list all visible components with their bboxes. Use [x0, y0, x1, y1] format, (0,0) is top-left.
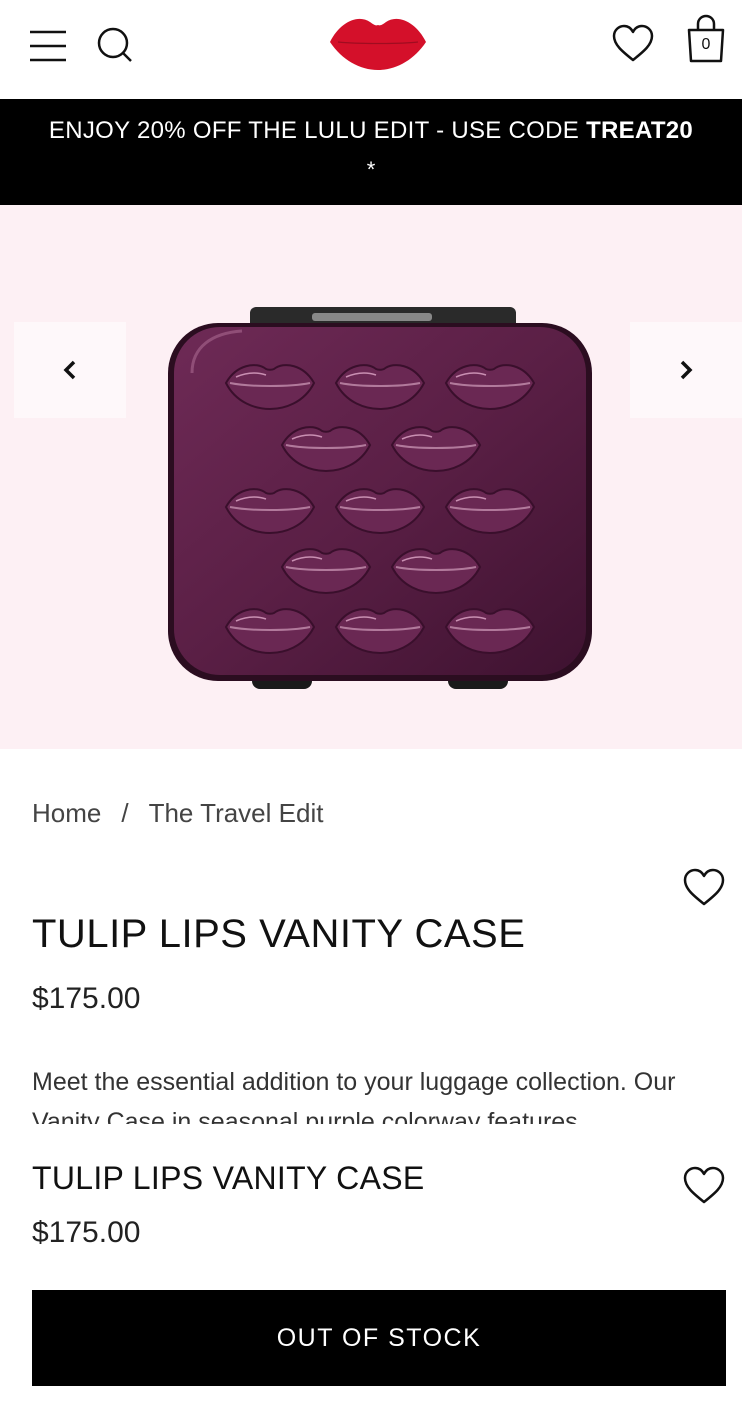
breadcrumb-home-link[interactable]: Home	[32, 798, 101, 828]
vanity-case-product-image	[168, 307, 592, 689]
sticky-wishlist-heart-icon[interactable]	[682, 1164, 726, 1208]
next-image-button[interactable]	[630, 322, 742, 418]
sticky-product-title: TULIP LIPS VANITY CASE	[32, 1160, 425, 1196]
shopping-bag-icon[interactable]: 0	[686, 14, 726, 64]
bag-count-badge: 0	[701, 36, 711, 53]
product-price: $175.00	[32, 982, 141, 1015]
breadcrumb-travel-edit-link[interactable]: The Travel Edit	[149, 798, 324, 828]
lips-logo[interactable]	[328, 12, 428, 72]
search-icon[interactable]	[96, 26, 134, 64]
breadcrumb-separator: /	[121, 798, 129, 828]
promo-text: ENJOY 20% OFF THE LULU EDIT - USE CODE T…	[48, 117, 694, 144]
sticky-product-price: $175.00	[32, 1216, 141, 1249]
product-description: Meet the essential addition to your lugg…	[32, 1062, 712, 1124]
promo-code: TREAT20	[586, 117, 694, 144]
chevron-left-icon	[63, 360, 76, 380]
product-description-text: Meet the essential addition to your lugg…	[32, 1068, 676, 1124]
wishlist-heart-icon[interactable]	[611, 22, 655, 66]
breadcrumb: Home / The Travel Edit	[32, 798, 323, 829]
out-of-stock-button[interactable]: OUT OF STOCK	[32, 1290, 726, 1386]
promo-footnote: *	[366, 157, 376, 182]
add-to-wishlist-heart-icon[interactable]	[682, 866, 726, 910]
chevron-right-icon	[680, 360, 693, 380]
promo-banner[interactable]: ENJOY 20% OFF THE LULU EDIT - USE CODE T…	[0, 99, 742, 205]
hamburger-menu-icon[interactable]	[30, 28, 66, 64]
product-image-gallery[interactable]	[0, 205, 742, 749]
site-header: 0	[0, 0, 742, 99]
product-title: TULIP LIPS VANITY CASE	[32, 912, 526, 956]
sticky-purchase-bar: TULIP LIPS VANITY CASE $175.00 OUT OF ST…	[0, 1126, 742, 1410]
previous-image-button[interactable]	[14, 322, 126, 418]
